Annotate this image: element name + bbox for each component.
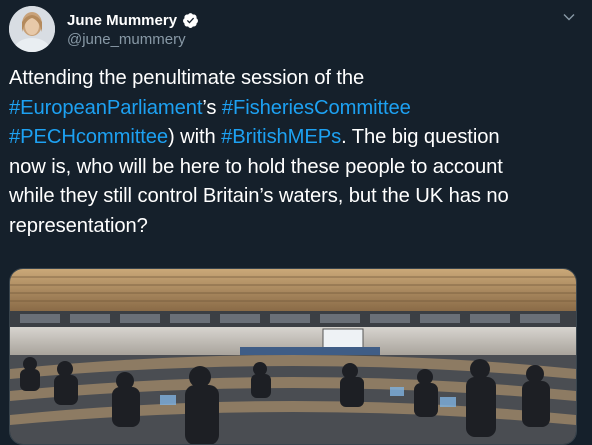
tweet-text-segment: . The big question	[341, 126, 500, 148]
tweet-text-line: while they still control Britain’s water…	[9, 182, 584, 212]
tweet-text-line: #EuropeanParliament’s #FisheriesCommitte…	[9, 94, 584, 124]
hashtag-link[interactable]: #BritishMEPs	[221, 126, 341, 148]
author-name-row: June Mummery	[67, 10, 199, 30]
hashtag-link[interactable]: #PECHcommittee	[9, 126, 168, 148]
profile-photo	[9, 6, 55, 52]
tweet-text-segment: Attending the penultimate session of the	[9, 67, 365, 89]
tweet-text-segment: while they still control Britain’s water…	[9, 185, 509, 207]
author-handle[interactable]: @june_mummery	[67, 31, 186, 48]
verified-badge-icon	[182, 12, 199, 29]
author-display-name[interactable]: June Mummery	[67, 12, 177, 29]
tweet-text-segment: ’s	[202, 96, 222, 119]
tweet-text-line: Attending the penultimate session of the	[9, 64, 584, 94]
tweet-text-segment: representation?	[9, 214, 148, 237]
tweet-text-segment: ) with	[168, 126, 222, 148]
tweet-text-segment: now is, who will be here to hold these p…	[9, 155, 503, 178]
tweet[interactable]: June Mummery @june_mummery Attending the…	[0, 0, 592, 445]
committee-room-photo	[10, 269, 576, 444]
hashtag-link[interactable]: #FisheriesCommittee	[222, 97, 411, 119]
chevron-down-icon[interactable]	[562, 10, 576, 24]
tweet-text-line: now is, who will be here to hold these p…	[9, 153, 584, 183]
tweet-text-line: representation?	[9, 212, 584, 242]
tweet-text: Attending the penultimate session of the…	[9, 64, 584, 241]
hashtag-link[interactable]: #EuropeanParliament	[9, 97, 202, 119]
tweet-media-photo[interactable]	[9, 268, 577, 445]
tweet-text-line: #PECHcommittee) with #BritishMEPs. The b…	[9, 123, 584, 153]
avatar[interactable]	[9, 6, 55, 52]
